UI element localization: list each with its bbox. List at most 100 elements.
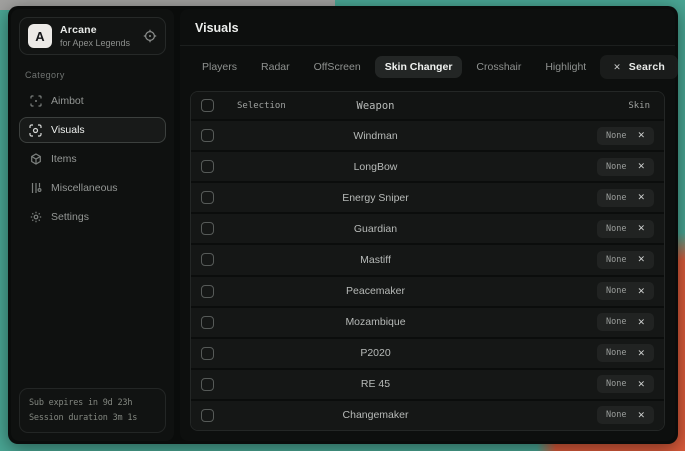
- sidebar-item-visuals[interactable]: Visuals: [19, 117, 166, 143]
- skin-badge[interactable]: None✕: [597, 344, 654, 362]
- app-header-card: A Arcane for Apex Legends: [19, 17, 166, 55]
- sidebar-item-label: Miscellaneous: [51, 182, 118, 194]
- skin-value: None: [606, 193, 626, 203]
- weapon-name: Guardian: [337, 223, 414, 235]
- sidebar: A Arcane for Apex Legends Category: [11, 9, 174, 441]
- col-header-weapon: Weapon: [337, 100, 414, 112]
- sidebar-item-settings[interactable]: Settings: [19, 204, 166, 230]
- table-row: LongBow None ✕: [191, 150, 664, 181]
- weapon-name: Energy Sniper: [337, 192, 414, 204]
- skin-badge[interactable]: None ✕: [597, 127, 654, 145]
- subscription-info-card: Sub expires in 9d 23h Session duration 3…: [19, 388, 166, 433]
- gear-icon: [29, 211, 42, 223]
- row-checkbox[interactable]: [201, 129, 214, 142]
- skin-value: None: [606, 317, 626, 327]
- tab-highlight[interactable]: Highlight: [535, 56, 596, 78]
- row-checkbox[interactable]: [201, 409, 214, 422]
- app-meta: Arcane for Apex Legends: [60, 24, 135, 48]
- sliders-icon: [29, 182, 42, 194]
- table-row: Guardian None ✕: [191, 212, 664, 243]
- sidebar-item-items[interactable]: Items: [19, 146, 166, 172]
- sidebar-item-miscellaneous[interactable]: Miscellaneous: [19, 175, 166, 201]
- search-label: Search: [629, 61, 665, 73]
- skin-badge[interactable]: None ✕: [597, 220, 654, 238]
- clear-skin-icon[interactable]: ✕: [637, 193, 645, 202]
- tab-radar[interactable]: Radar: [251, 56, 300, 78]
- clear-skin-icon[interactable]: ✕: [637, 287, 645, 296]
- crosshair-icon: [29, 95, 42, 107]
- skin-badge[interactable]: None ✕: [597, 313, 654, 331]
- scope-icon[interactable]: [143, 29, 157, 43]
- skin-value: None: [606, 255, 626, 265]
- cube-icon: [29, 153, 42, 165]
- weapon-name: Windman: [337, 130, 414, 142]
- row-checkbox[interactable]: [201, 253, 214, 266]
- row-checkbox[interactable]: [201, 347, 214, 360]
- table-row: P2020 None✕: [191, 337, 664, 368]
- table-row: Energy Sniper None ✕: [191, 181, 664, 212]
- clear-skin-icon[interactable]: ✕: [637, 162, 645, 171]
- tab-players[interactable]: Players: [192, 56, 247, 78]
- search-button[interactable]: ✕ Search: [600, 55, 678, 79]
- skin-badge[interactable]: None ✕: [597, 375, 654, 393]
- skin-value: None: [606, 224, 626, 234]
- skin-badge[interactable]: None ✕: [597, 251, 654, 269]
- app-name: Arcane: [60, 24, 135, 36]
- weapon-name: Peacemaker: [337, 285, 414, 297]
- category-label: Category: [25, 70, 160, 80]
- skin-badge[interactable]: None ✕: [597, 189, 654, 207]
- row-checkbox[interactable]: [201, 285, 214, 298]
- app-subtitle: for Apex Legends: [60, 38, 135, 48]
- sidebar-item-label: Items: [51, 153, 77, 165]
- row-checkbox[interactable]: [201, 316, 214, 329]
- page-title: Visuals: [180, 9, 675, 45]
- session-duration-text: Session duration 3m 1s: [29, 411, 156, 425]
- table-row: RE 45 None ✕: [191, 368, 664, 399]
- tab-skin-changer[interactable]: Skin Changer: [375, 56, 463, 78]
- table-row: Windman None ✕: [191, 119, 664, 150]
- table-header-row: Selection Weapon Skin: [191, 92, 664, 119]
- skin-badge[interactable]: None ✕: [597, 406, 654, 424]
- row-checkbox[interactable]: [201, 160, 214, 173]
- weapon-name: Mastiff: [337, 254, 414, 266]
- col-header-skin: Skin: [414, 101, 654, 111]
- skin-badge[interactable]: None ✕: [597, 158, 654, 176]
- skin-value: None: [606, 131, 626, 141]
- skin-value: None: [606, 162, 626, 172]
- weapon-name: Changemaker: [337, 409, 414, 421]
- row-checkbox[interactable]: [201, 378, 214, 391]
- skin-value: None: [606, 286, 626, 296]
- clear-skin-icon[interactable]: ✕: [637, 131, 645, 140]
- table-row: Peacemaker None ✕: [191, 275, 664, 306]
- sidebar-item-label: Visuals: [51, 124, 85, 136]
- row-checkbox[interactable]: [201, 191, 214, 204]
- tab-bar: Players Radar OffScreen Skin Changer Cro…: [180, 46, 675, 85]
- search-icon: ✕: [613, 62, 621, 73]
- skin-value: None: [606, 410, 626, 420]
- skin-badge[interactable]: None ✕: [597, 282, 654, 300]
- weapon-name: P2020: [337, 347, 414, 359]
- table-row: Changemaker None ✕: [191, 399, 664, 430]
- main-panel: Visuals Players Radar OffScreen Skin Cha…: [180, 9, 675, 441]
- clear-skin-icon[interactable]: ✕: [637, 411, 645, 420]
- app-logo: A: [28, 24, 52, 48]
- weapon-name: LongBow: [337, 161, 414, 173]
- sidebar-nav: Aimbot Visuals Items: [19, 88, 166, 230]
- sidebar-item-aimbot[interactable]: Aimbot: [19, 88, 166, 114]
- clear-skin-icon[interactable]: ✕: [637, 380, 645, 389]
- clear-skin-icon[interactable]: ✕: [637, 255, 645, 264]
- sub-expires-text: Sub expires in 9d 23h: [29, 396, 156, 410]
- clear-skin-icon[interactable]: ✕: [637, 318, 645, 327]
- select-all-checkbox[interactable]: [201, 99, 214, 112]
- clear-skin-icon[interactable]: ✕: [637, 224, 645, 233]
- skin-value: None: [606, 379, 626, 389]
- weapon-name: RE 45: [337, 378, 414, 390]
- row-checkbox[interactable]: [201, 222, 214, 235]
- table-row: Mozambique None✕: [191, 306, 664, 337]
- sidebar-item-label: Aimbot: [51, 95, 84, 107]
- tab-crosshair[interactable]: Crosshair: [466, 56, 531, 78]
- clear-skin-icon[interactable]: ✕: [637, 349, 645, 358]
- app-window: A Arcane for Apex Legends Category: [8, 6, 678, 444]
- tab-offscreen[interactable]: OffScreen: [304, 56, 371, 78]
- skin-table: Selection Weapon Skin Windman None ✕ Long…: [190, 91, 665, 431]
